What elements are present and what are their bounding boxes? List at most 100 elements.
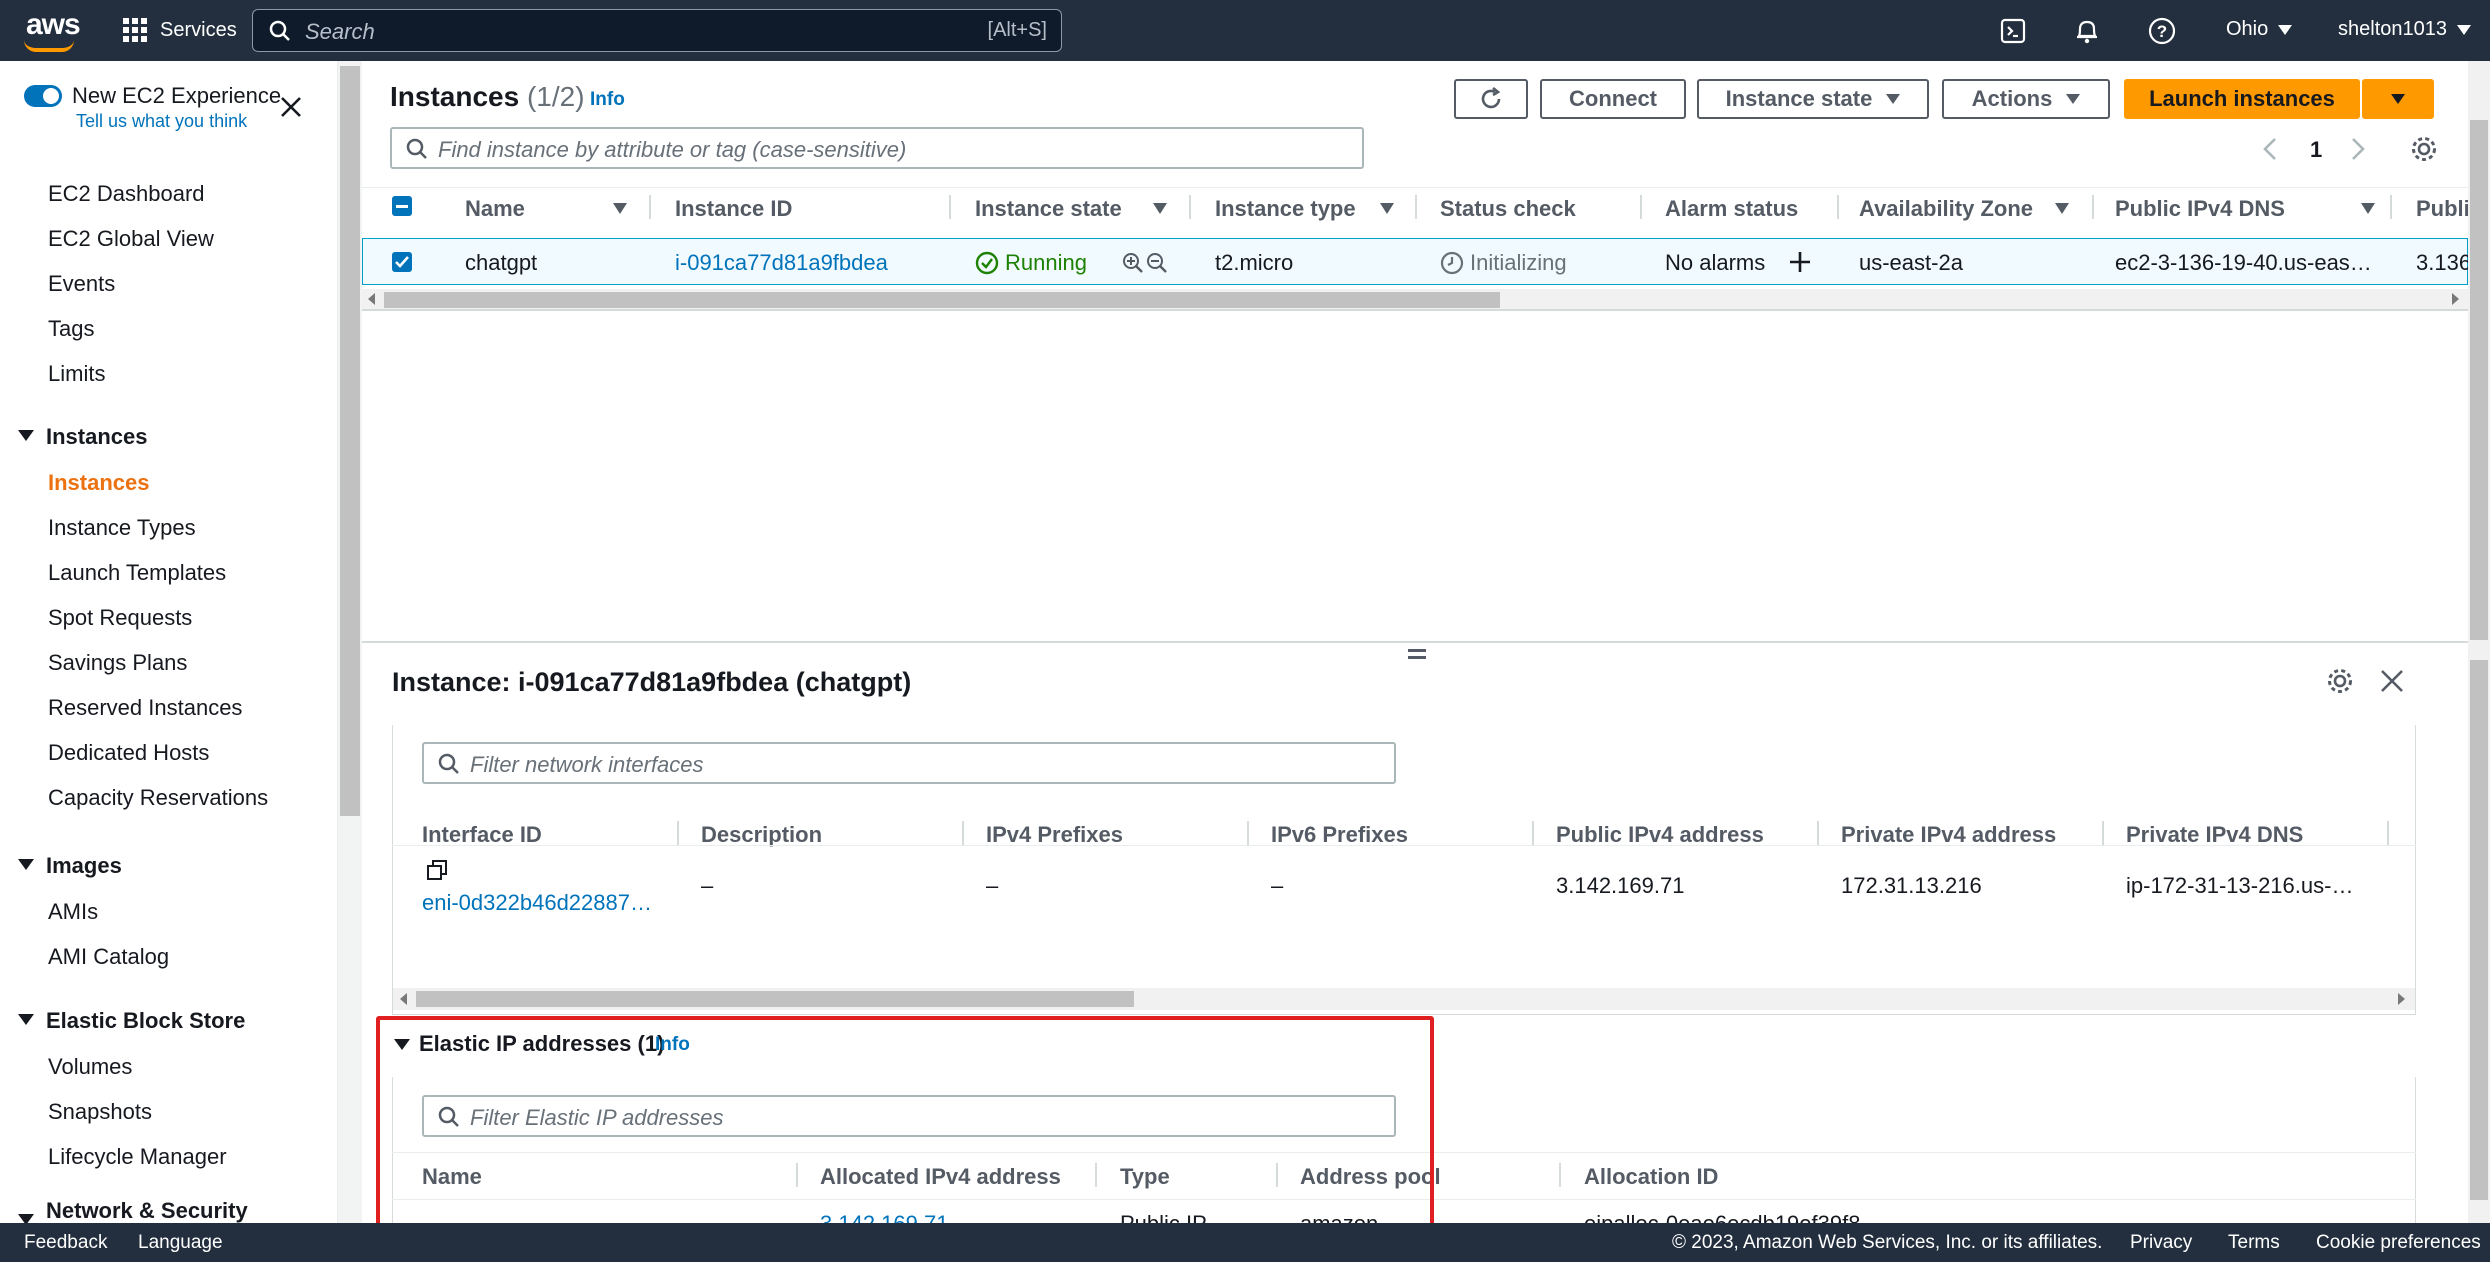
nav-instance-types[interactable]: Instance Types [48, 515, 196, 541]
aws-logo[interactable]: aws [26, 8, 81, 42]
footer-language-link[interactable]: Language [138, 1232, 223, 1254]
global-search-input[interactable]: Search [Alt+S] [252, 9, 1062, 52]
nav-lifecycle-manager[interactable]: Lifecycle Manager [48, 1144, 227, 1170]
caret-down-icon[interactable] [18, 859, 34, 870]
nav-limits[interactable]: Limits [48, 361, 105, 387]
column-divider[interactable] [1559, 1163, 1561, 1187]
zoom-in-icon[interactable] [1122, 252, 1144, 274]
find-instance-input[interactable]: Find instance by attribute or tag (case-… [390, 127, 1364, 169]
row-instance-id-link[interactable]: i-091ca77d81a9fbdea [675, 250, 888, 276]
interface-id-link[interactable]: eni-0d322b46d22887… [422, 890, 652, 916]
launch-instances-button[interactable]: Launch instances [2124, 79, 2360, 119]
launch-dropdown-button[interactable] [2362, 79, 2434, 119]
scroll-right-icon[interactable] [2398, 993, 2405, 1005]
nav-volumes[interactable]: Volumes [48, 1054, 132, 1080]
row-checkbox[interactable] [392, 252, 412, 272]
nav-ami-catalog[interactable]: AMI Catalog [48, 944, 169, 970]
copy-icon[interactable] [426, 859, 448, 881]
filter-network-interfaces-input[interactable]: Filter network interfaces [422, 742, 1396, 784]
zoom-out-icon[interactable] [1146, 252, 1168, 274]
nav-section-ebs[interactable]: Elastic Block Store [46, 1008, 245, 1034]
caret-down-icon[interactable] [18, 1014, 34, 1025]
scroll-right-icon[interactable] [2452, 293, 2459, 305]
nav-savings-plans[interactable]: Savings Plans [48, 650, 187, 676]
info-link[interactable]: Info [590, 89, 625, 111]
services-menu[interactable]: Services [122, 17, 237, 43]
column-divider[interactable] [2092, 195, 2094, 219]
column-divider[interactable] [1247, 821, 1249, 845]
close-icon[interactable] [2380, 669, 2404, 693]
col-instance-type[interactable]: Instance type [1215, 196, 1356, 222]
nav-section-network[interactable]: Network & Security [46, 1198, 248, 1224]
col-allocation-id[interactable]: Allocation ID [1584, 1164, 1718, 1190]
scroll-left-icon[interactable] [400, 993, 407, 1005]
select-all-checkbox[interactable] [392, 196, 412, 216]
page-number[interactable]: 1 [2310, 137, 2322, 163]
nav-amis[interactable]: AMIs [48, 899, 98, 925]
plus-icon[interactable] [1788, 250, 1812, 274]
nav-tags[interactable]: Tags [48, 316, 94, 342]
col-status-check[interactable]: Status check [1440, 196, 1576, 222]
footer-terms-link[interactable]: Terms [2228, 1232, 2280, 1254]
col-availability-zone[interactable]: Availability Zone [1859, 196, 2033, 222]
column-divider[interactable] [2387, 821, 2389, 845]
sort-icon[interactable] [2055, 203, 2069, 214]
nav-section-instances[interactable]: Instances [46, 424, 148, 450]
chevron-right-icon[interactable] [2350, 137, 2366, 161]
new-experience-toggle[interactable] [24, 85, 62, 107]
close-icon[interactable] [280, 96, 302, 118]
nav-dedicated-hosts[interactable]: Dedicated Hosts [48, 740, 209, 766]
column-divider[interactable] [1415, 195, 1417, 219]
col-alarm-status[interactable]: Alarm status [1665, 196, 1798, 222]
nav-section-images[interactable]: Images [46, 853, 122, 879]
column-divider[interactable] [1189, 195, 1191, 219]
nav-capacity-reservations[interactable]: Capacity Reservations [48, 785, 268, 811]
col-instance-state[interactable]: Instance state [975, 196, 1122, 222]
column-divider[interactable] [677, 821, 679, 845]
nav-spot-requests[interactable]: Spot Requests [48, 605, 192, 631]
scroll-left-icon[interactable] [368, 293, 375, 305]
column-divider[interactable] [2390, 195, 2392, 219]
col-public-ip[interactable]: Publi [2416, 196, 2470, 222]
sidebar-scrollbar-thumb[interactable] [340, 66, 360, 816]
sort-icon[interactable] [1380, 203, 1394, 214]
col-public-dns[interactable]: Public IPv4 DNS [2115, 196, 2285, 222]
footer-privacy-link[interactable]: Privacy [2130, 1232, 2192, 1254]
column-divider[interactable] [1532, 821, 1534, 845]
nav-ec2-dashboard[interactable]: EC2 Dashboard [48, 181, 205, 207]
col-name[interactable]: Name [465, 196, 525, 222]
network-scrollbar-thumb[interactable] [416, 991, 1134, 1007]
column-divider[interactable] [649, 195, 651, 219]
instance-state-button[interactable]: Instance state [1697, 79, 1929, 119]
caret-down-icon[interactable] [18, 430, 34, 441]
column-divider[interactable] [1837, 195, 1839, 219]
actions-button[interactable]: Actions [1942, 79, 2110, 119]
nav-reserved-instances[interactable]: Reserved Instances [48, 695, 242, 721]
column-divider[interactable] [1817, 821, 1819, 845]
region-selector[interactable]: Ohio [2226, 18, 2293, 41]
main-scrollbar-thumb-bottom[interactable] [2470, 660, 2488, 1200]
account-menu[interactable]: shelton1013 [2338, 18, 2471, 41]
column-divider[interactable] [2102, 821, 2104, 845]
nav-events[interactable]: Events [48, 271, 115, 297]
chevron-left-icon[interactable] [2262, 137, 2278, 161]
notifications-bell-icon[interactable] [2074, 17, 2100, 45]
nav-launch-templates[interactable]: Launch Templates [48, 560, 226, 586]
column-divider[interactable] [949, 195, 951, 219]
drag-handle-icon[interactable] [1408, 649, 1426, 652]
column-divider[interactable] [1640, 195, 1642, 219]
col-instance-id[interactable]: Instance ID [675, 196, 792, 222]
footer-cookie-link[interactable]: Cookie preferences [2316, 1232, 2481, 1254]
split-divider[interactable] [362, 641, 2468, 643]
help-icon[interactable]: ? [2148, 17, 2176, 45]
column-divider[interactable] [962, 821, 964, 845]
gear-icon[interactable] [2410, 135, 2438, 163]
sort-icon[interactable] [613, 203, 627, 214]
feedback-link[interactable]: Tell us what you think [76, 111, 247, 132]
nav-instances[interactable]: Instances [48, 470, 150, 496]
refresh-button[interactable] [1454, 79, 1528, 119]
gear-icon[interactable] [2326, 667, 2354, 695]
connect-button[interactable]: Connect [1540, 79, 1686, 119]
footer-feedback-link[interactable]: Feedback [24, 1232, 107, 1254]
main-scrollbar-thumb-top[interactable] [2470, 120, 2488, 640]
